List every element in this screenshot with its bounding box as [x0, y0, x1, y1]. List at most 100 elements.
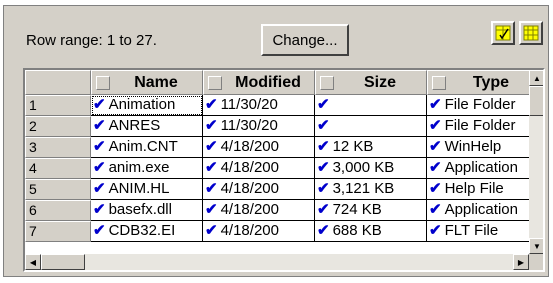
scroll-down-button[interactable]: ▼: [529, 238, 543, 254]
cell-value: 4/18/200: [220, 138, 279, 155]
column-header-name[interactable]: Name: [91, 70, 203, 95]
row-header[interactable]: 5: [25, 179, 91, 200]
grid-button[interactable]: [519, 21, 543, 45]
cell-value: ANIM.HL: [108, 180, 170, 197]
column-header-size[interactable]: Size: [315, 70, 427, 95]
cell-modified[interactable]: ✔ 11/30/20: [203, 95, 315, 116]
checkmark-icon: ✔: [317, 96, 330, 113]
select-columns-button[interactable]: [491, 21, 515, 45]
row-header[interactable]: 7: [25, 221, 91, 242]
cell-value: 4/18/200: [220, 201, 279, 218]
column-header-modified[interactable]: Modified: [203, 70, 315, 95]
cell-value: File Folder: [444, 96, 516, 113]
row-header[interactable]: 3: [25, 137, 91, 158]
change-button[interactable]: Change...: [261, 24, 349, 56]
checkmark-icon: ✔: [317, 138, 330, 155]
cell-modified[interactable]: ✔ 4/18/200: [203, 200, 315, 221]
grid-corner-header: [25, 70, 91, 95]
column-header-type[interactable]: Type: [427, 70, 537, 95]
cell-value: 11/30/20: [220, 117, 278, 134]
checkmark-icon: ✔: [317, 180, 330, 197]
cell-type[interactable]: ✔ Application: [427, 200, 537, 221]
checkmark-icon: ✔: [205, 138, 218, 155]
cell-modified[interactable]: ✔ 4/18/200: [203, 179, 315, 200]
checkmark-icon: ✔: [429, 180, 442, 197]
column-header-label: Type: [472, 73, 510, 91]
checkmark-icon: ✔: [317, 159, 330, 176]
scrollbar-corner: [529, 254, 543, 270]
cell-type[interactable]: ✔ WinHelp: [427, 137, 537, 158]
cell-value: Help File: [444, 180, 504, 197]
cell-name[interactable]: ✔ Anim.CNT: [91, 137, 203, 158]
cell-size[interactable]: ✔ 12 KB: [315, 137, 427, 158]
checkmark-icon: ✔: [205, 96, 218, 113]
checkmark-icon: ✔: [317, 222, 330, 239]
data-grid[interactable]: Name Modified Size Type 1 ✔ Animation ✔ 11/30/20…: [23, 68, 545, 272]
cell-value: 12 KB: [332, 138, 374, 155]
cell-value: File Folder: [444, 117, 516, 134]
cell-size[interactable]: ✔: [315, 95, 427, 116]
vertical-scroll-thumb[interactable]: [529, 86, 543, 116]
cell-name[interactable]: ✔ CDB32.EI: [91, 221, 203, 242]
scroll-right-button[interactable]: ▶: [513, 254, 529, 270]
cell-type[interactable]: ✔ File Folder: [427, 116, 537, 137]
checkmark-icon: ✔: [429, 222, 442, 239]
cell-value: Anim.CNT: [108, 138, 178, 155]
horizontal-scrollbar[interactable]: ◀ ▶: [25, 254, 529, 270]
cell-name[interactable]: ✔ basefx.dll: [91, 200, 203, 221]
checkmark-icon: ✔: [429, 96, 442, 113]
scroll-up-button[interactable]: ▲: [529, 70, 543, 86]
horizontal-scroll-thumb[interactable]: [41, 254, 85, 270]
row-header[interactable]: 4: [25, 158, 91, 179]
cell-value: CDB32.EI: [108, 222, 176, 239]
cell-modified[interactable]: ✔ 11/30/20: [203, 116, 315, 137]
dialog-panel: Row range: 1 to 27. Change... Name Modifi…: [3, 5, 549, 277]
scroll-left-button[interactable]: ◀: [25, 254, 41, 270]
arrow-down-icon: ▼: [533, 241, 541, 251]
cell-size[interactable]: ✔ 3,000 KB: [315, 158, 427, 179]
checkmark-icon: ✔: [93, 117, 106, 134]
cell-modified[interactable]: ✔ 4/18/200: [203, 221, 315, 242]
cell-value: Animation: [108, 96, 176, 113]
checkmark-icon: ✔: [429, 138, 442, 155]
cell-type[interactable]: ✔ Application: [427, 158, 537, 179]
row-header[interactable]: 6: [25, 200, 91, 221]
cell-size[interactable]: ✔ 688 KB: [315, 221, 427, 242]
column-checkbox-icon: [208, 75, 222, 90]
cell-modified[interactable]: ✔ 4/18/200: [203, 137, 315, 158]
checkmark-icon: ✔: [317, 117, 330, 134]
cell-value: WinHelp: [444, 138, 502, 155]
cell-value: FLT File: [444, 222, 499, 239]
cell-value: Application: [444, 201, 518, 218]
cell-size[interactable]: ✔ 3,121 KB: [315, 179, 427, 200]
cell-size[interactable]: ✔: [315, 116, 427, 137]
checkmark-icon: ✔: [93, 159, 106, 176]
cell-type[interactable]: ✔ Help File: [427, 179, 537, 200]
checkmark-icon: ✔: [93, 180, 106, 197]
checkmark-icon: ✔: [93, 201, 106, 218]
cell-name[interactable]: ✔ anim.exe: [91, 158, 203, 179]
checkmark-icon: ✔: [93, 222, 106, 239]
column-checkbox-icon: [320, 75, 334, 90]
cell-value: Application: [444, 159, 518, 176]
cell-value: 4/18/200: [220, 159, 279, 176]
cell-name[interactable]: ✔ Animation: [91, 95, 203, 116]
cell-type[interactable]: ✔ FLT File: [427, 221, 537, 242]
cell-name[interactable]: ✔ ANRES: [91, 116, 203, 137]
cell-type[interactable]: ✔ File Folder: [427, 95, 537, 116]
vertical-scrollbar[interactable]: ▲ ▼: [529, 70, 543, 254]
arrow-right-icon: ▶: [517, 257, 525, 267]
row-range-label: Row range: 1 to 27.: [26, 32, 157, 49]
cell-name[interactable]: ✔ ANIM.HL: [91, 179, 203, 200]
checkmark-icon: ✔: [429, 117, 442, 134]
select-columns-icon: [495, 25, 511, 41]
row-header[interactable]: 2: [25, 116, 91, 137]
grid-icon: [523, 25, 539, 41]
checkmark-icon: ✔: [93, 138, 106, 155]
cell-modified[interactable]: ✔ 4/18/200: [203, 158, 315, 179]
cell-size[interactable]: ✔ 724 KB: [315, 200, 427, 221]
checkmark-icon: ✔: [205, 201, 218, 218]
row-header[interactable]: 1: [25, 95, 91, 116]
arrow-up-icon: ▲: [533, 73, 541, 83]
cell-value: basefx.dll: [108, 201, 172, 218]
